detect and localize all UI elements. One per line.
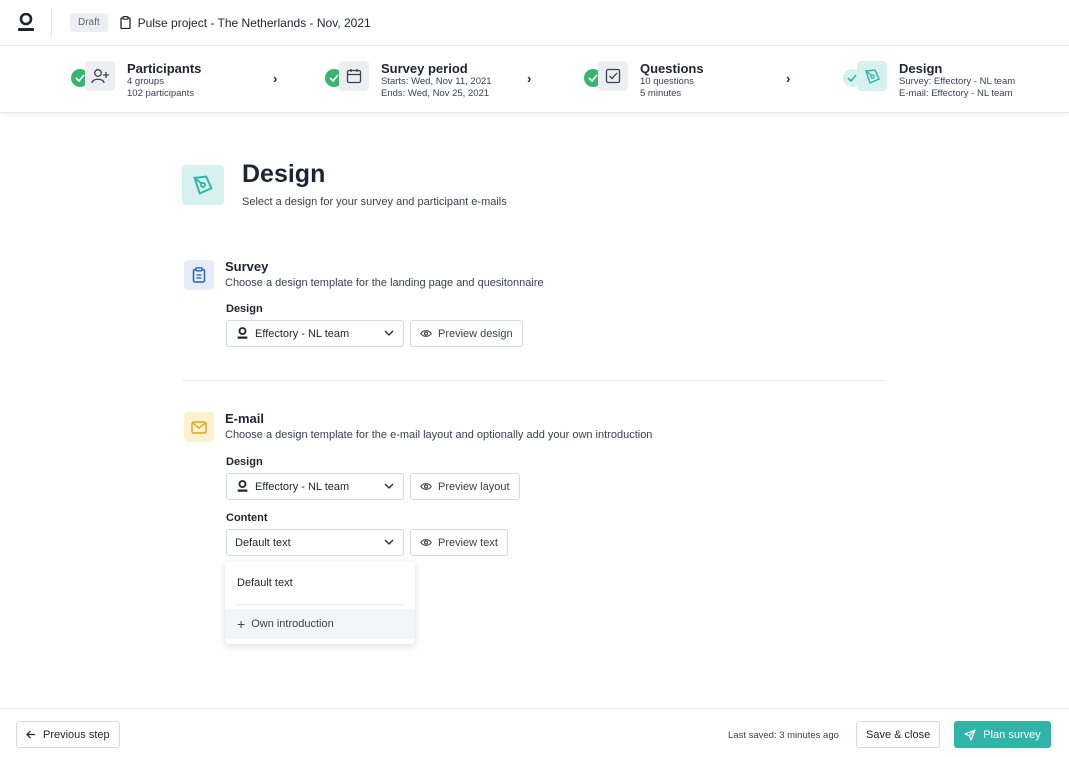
app-logo[interactable] [0, 7, 52, 38]
step-title: Survey period [381, 61, 468, 76]
person-logo-icon [17, 12, 34, 31]
survey-section-title: Survey [225, 259, 269, 274]
plan-survey-label: Plan survey [983, 728, 1041, 741]
content-select[interactable]: Default text [226, 529, 404, 556]
step-title: Questions [640, 61, 704, 76]
page-subtitle: Select a design for your survey and part… [242, 196, 507, 208]
design-pen-tool-icon [182, 165, 224, 205]
person-logo-icon [237, 480, 248, 492]
step-title: Design [899, 61, 943, 76]
option-label: Own introduction [251, 618, 334, 630]
step-detail: 102 participants [127, 88, 195, 99]
email-section-subtitle: Choose a design template for the e-mail … [225, 429, 653, 441]
email-design-select[interactable]: Effectory - NL team [226, 473, 404, 500]
step-detail: Starts: Wed, Nov 11, 2021 [381, 76, 492, 87]
add-user-icon [85, 61, 115, 91]
project-title-text: Pulse project - The Netherlands - Nov, 2… [137, 15, 371, 30]
preview-layout-label: Preview layout [438, 480, 510, 493]
preview-text-label: Preview text [438, 536, 498, 549]
dropdown-divider [237, 604, 403, 605]
person-logo-icon [237, 327, 248, 339]
eye-icon [420, 539, 432, 546]
preview-design-label: Preview design [438, 327, 513, 340]
chevron-right-icon: › [527, 71, 532, 86]
step-detail: 4 groups [127, 76, 164, 87]
step-detail: 5 minutes [640, 88, 682, 99]
mail-icon [184, 412, 214, 442]
step-detail: 10 questions [640, 76, 694, 87]
save-close-button[interactable]: Save & close [856, 721, 941, 748]
clipboard-icon [184, 260, 214, 290]
page-title: Design [242, 160, 326, 188]
content-label: Content [226, 512, 268, 524]
dropdown-option-own-introduction[interactable]: + Own introduction [225, 609, 415, 639]
survey-design-select[interactable]: Effectory - NL team [226, 320, 404, 347]
preview-text-button[interactable]: Preview text [410, 529, 508, 556]
step-survey-period[interactable]: Survey period Starts: Wed, Nov 11, 2021 … [325, 61, 492, 100]
email-design-value: Effectory - NL team [255, 480, 350, 493]
project-title: Pulse project - The Netherlands - Nov, 2… [120, 16, 371, 30]
preview-layout-button[interactable]: Preview layout [410, 473, 520, 500]
content-dropdown-menu: Default text + Own introduction [225, 562, 415, 644]
dropdown-option-default-text[interactable]: Default text [225, 562, 415, 603]
survey-design-label: Design [226, 303, 263, 315]
step-questions[interactable]: Questions 10 questions 5 minutes [584, 61, 704, 100]
survey-section-subtitle: Choose a design template for the landing… [225, 277, 544, 289]
previous-step-button[interactable]: Previous step [16, 721, 120, 748]
chevron-down-icon [384, 483, 394, 489]
option-label: Default text [237, 576, 293, 589]
step-participants[interactable]: Participants 4 groups 102 participants [71, 61, 201, 100]
step-detail: E-mail: Effectory - NL team [899, 88, 1013, 99]
checkbox-icon [598, 61, 628, 91]
section-divider [182, 380, 886, 381]
step-detail: Survey: Effectory - NL team [899, 76, 1016, 87]
step-detail: Ends: Wed, Nov 25, 2021 [381, 88, 490, 99]
arrow-left-icon [26, 730, 35, 739]
content-value: Default text [235, 536, 291, 549]
pen-tool-icon [857, 61, 887, 91]
previous-step-label: Previous step [43, 728, 110, 741]
chevron-right-icon: › [786, 71, 791, 86]
save-close-label: Save & close [866, 728, 931, 741]
email-section-title: E-mail [225, 411, 265, 426]
send-icon [964, 728, 976, 741]
last-saved-text: Last saved: 3 minutes ago [728, 730, 839, 741]
top-bar: Draft Pulse project - The Netherlands - … [0, 0, 1069, 46]
step-design[interactable]: Design Survey: Effectory - NL team E-mai… [843, 61, 1015, 100]
calendar-icon [339, 61, 369, 91]
survey-design-value: Effectory - NL team [255, 327, 350, 340]
plan-survey-button[interactable]: Plan survey [954, 721, 1051, 748]
step-title: Participants [127, 61, 202, 76]
eye-icon [420, 483, 432, 490]
chevron-down-icon [384, 539, 394, 545]
progress-stepper: Participants 4 groups 102 participants ›… [0, 47, 1069, 113]
email-design-label: Design [226, 456, 263, 468]
plus-icon: + [237, 615, 246, 632]
footer-bar: Previous step Last saved: 3 minutes ago … [0, 708, 1069, 757]
chevron-right-icon: › [273, 71, 278, 86]
chevron-down-icon [384, 330, 394, 336]
clipboard-icon [120, 16, 131, 29]
eye-icon [420, 330, 432, 337]
preview-design-button[interactable]: Preview design [410, 320, 523, 347]
status-badge: Draft [70, 13, 108, 32]
